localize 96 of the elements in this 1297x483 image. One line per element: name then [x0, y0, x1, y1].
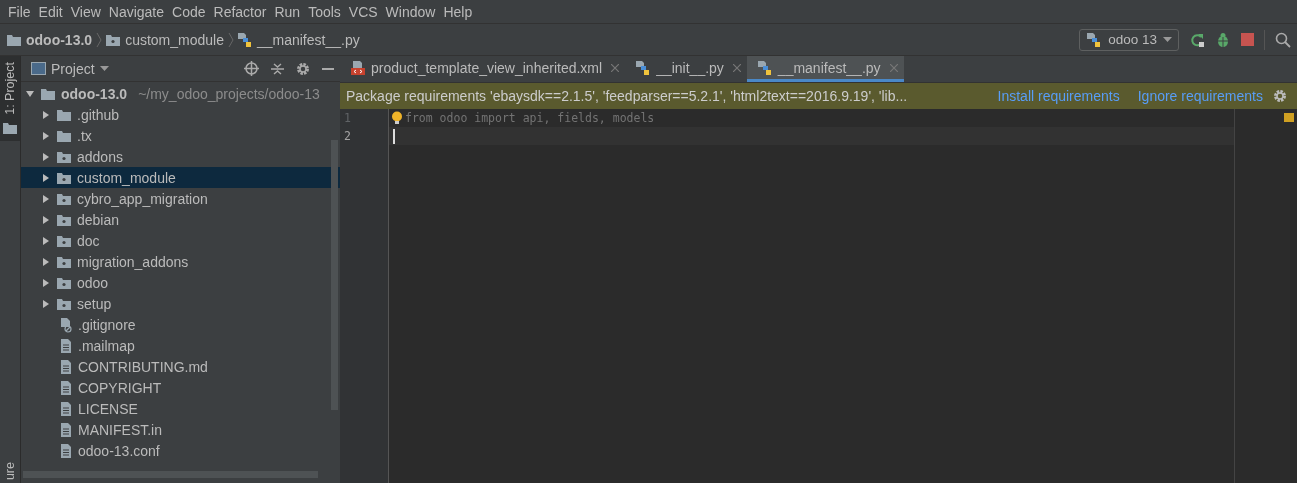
tree-item[interactable]: doc [21, 230, 340, 251]
menu-item[interactable]: Run [270, 3, 305, 20]
close-icon[interactable] [732, 63, 741, 72]
scrollbar[interactable] [331, 140, 338, 410]
breadcrumb[interactable]: __manifest__.py [236, 31, 360, 48]
close-icon[interactable] [611, 63, 620, 72]
menu-item[interactable]: Help [439, 3, 477, 20]
menu-item[interactable]: Tools [304, 3, 345, 20]
menu-item[interactable]: Window [381, 3, 440, 20]
collapsed-arrow-icon[interactable] [41, 214, 51, 225]
editor-tab[interactable]: __init__.py [625, 56, 747, 82]
run-configuration-dropdown[interactable]: odoo 13 [1079, 28, 1179, 51]
tree-item[interactable]: setup [21, 293, 340, 314]
breadcrumb[interactable]: custom_module [105, 31, 224, 48]
folder-icon [56, 254, 72, 269]
text-file-icon [59, 358, 73, 375]
collapsed-arrow-icon[interactable] [41, 277, 51, 288]
collapsed-arrow-icon[interactable] [41, 235, 51, 246]
tree-item[interactable]: MANIFEST.in [21, 419, 340, 440]
menu-item[interactable]: View [66, 3, 105, 20]
tree-item[interactable]: .tx [21, 125, 340, 146]
folder-icon [105, 32, 122, 47]
python-file-icon [635, 59, 652, 76]
text-cursor [393, 128, 395, 144]
tree-item[interactable]: CONTRIBUTING.md [21, 356, 340, 377]
folder-icon [56, 107, 72, 122]
folder-icon [56, 275, 72, 290]
window-icon [31, 62, 46, 75]
code-line: from odoo import api, fields, models [405, 110, 655, 127]
chevron-icon [96, 31, 103, 48]
editor-tab[interactable]: product_template_view_inherited.xml [340, 56, 626, 82]
chevron-icon [227, 31, 234, 48]
tree-item[interactable]: COPYRIGHT [21, 377, 340, 398]
tree-item[interactable]: migration_addons [21, 251, 340, 272]
collapsed-arrow-icon[interactable] [41, 172, 51, 183]
text-file-icon [59, 442, 73, 459]
python-file-icon [1086, 31, 1103, 48]
tree-item[interactable]: custom_module [21, 167, 340, 188]
menu-item[interactable]: File [4, 3, 35, 20]
tree-item[interactable]: addons [21, 146, 340, 167]
folder-icon [40, 86, 56, 101]
locate-icon[interactable] [244, 61, 259, 76]
folder-icon [56, 149, 72, 164]
text-file-icon [59, 421, 73, 438]
folder-icon [56, 128, 72, 143]
tree-item[interactable]: .mailmap [21, 335, 340, 356]
collapsed-arrow-icon[interactable] [41, 193, 51, 204]
expanded-arrow-icon[interactable] [25, 88, 35, 99]
text-file-icon [59, 337, 73, 354]
caret-icon [99, 65, 109, 72]
search-icon[interactable] [1275, 31, 1291, 48]
rerun-icon[interactable] [1189, 31, 1205, 48]
collapsed-arrow-icon[interactable] [41, 151, 51, 162]
breadcrumb[interactable]: odoo-13.0 [6, 31, 93, 48]
settings-icon[interactable] [296, 61, 310, 76]
menu-item[interactable]: VCS [344, 3, 382, 20]
collapsed-arrow-icon[interactable] [41, 256, 51, 267]
settings-icon[interactable] [1273, 89, 1287, 103]
project-view-dropdown[interactable]: Project [31, 60, 109, 77]
xml-file-icon [350, 59, 366, 76]
tree-item[interactable]: cybro_app_migration [21, 188, 340, 209]
python-file-icon [236, 31, 253, 48]
collapse-all-icon[interactable] [271, 61, 284, 76]
tree-item[interactable]: odoo-13.conf [21, 440, 340, 461]
warning-marker[interactable] [1284, 113, 1294, 122]
tree-item[interactable]: .gitignore [21, 314, 340, 335]
folder-icon [56, 296, 72, 311]
folder-icon [6, 32, 22, 47]
tree-item[interactable]: LICENSE [21, 398, 340, 419]
menu-item[interactable]: Code [168, 3, 210, 20]
folder-icon [56, 170, 72, 185]
tool-window-tab[interactable]: ure [3, 461, 17, 480]
folder-icon [56, 191, 72, 206]
folder-icon [2, 120, 18, 135]
tree-item[interactable]: debian [21, 209, 340, 230]
text-file-icon [59, 379, 73, 396]
python-file-icon [756, 59, 773, 76]
ignored-file-icon [59, 316, 73, 333]
tree-item[interactable]: .github [21, 104, 340, 125]
bug-icon[interactable] [1215, 31, 1231, 48]
notification-message: Package requirements 'ebaysdk==2.1.5', 'feedparser==5.2.1', 'html2text==2016.9.19', 'lib... [346, 88, 909, 104]
editor-tab[interactable]: __manifest__.py [746, 56, 904, 82]
caret-icon [1163, 36, 1172, 43]
folder-icon [56, 212, 72, 227]
lightbulb-icon[interactable] [391, 111, 403, 125]
menu-item[interactable]: Refactor [209, 3, 271, 20]
tree-item[interactable]: odoo [21, 272, 340, 293]
collapsed-arrow-icon[interactable] [41, 109, 51, 120]
menu-item[interactable]: Edit [34, 3, 67, 20]
menu-item[interactable]: Navigate [104, 3, 169, 20]
folder-icon [56, 233, 72, 248]
collapsed-arrow-icon[interactable] [41, 130, 51, 141]
tree-item[interactable]: odoo-13.0 ~/my_odoo_projects/odoo-13 [21, 83, 340, 104]
line-number: 2 [343, 128, 352, 145]
collapsed-arrow-icon[interactable] [41, 298, 51, 309]
text-file-icon [59, 400, 73, 417]
